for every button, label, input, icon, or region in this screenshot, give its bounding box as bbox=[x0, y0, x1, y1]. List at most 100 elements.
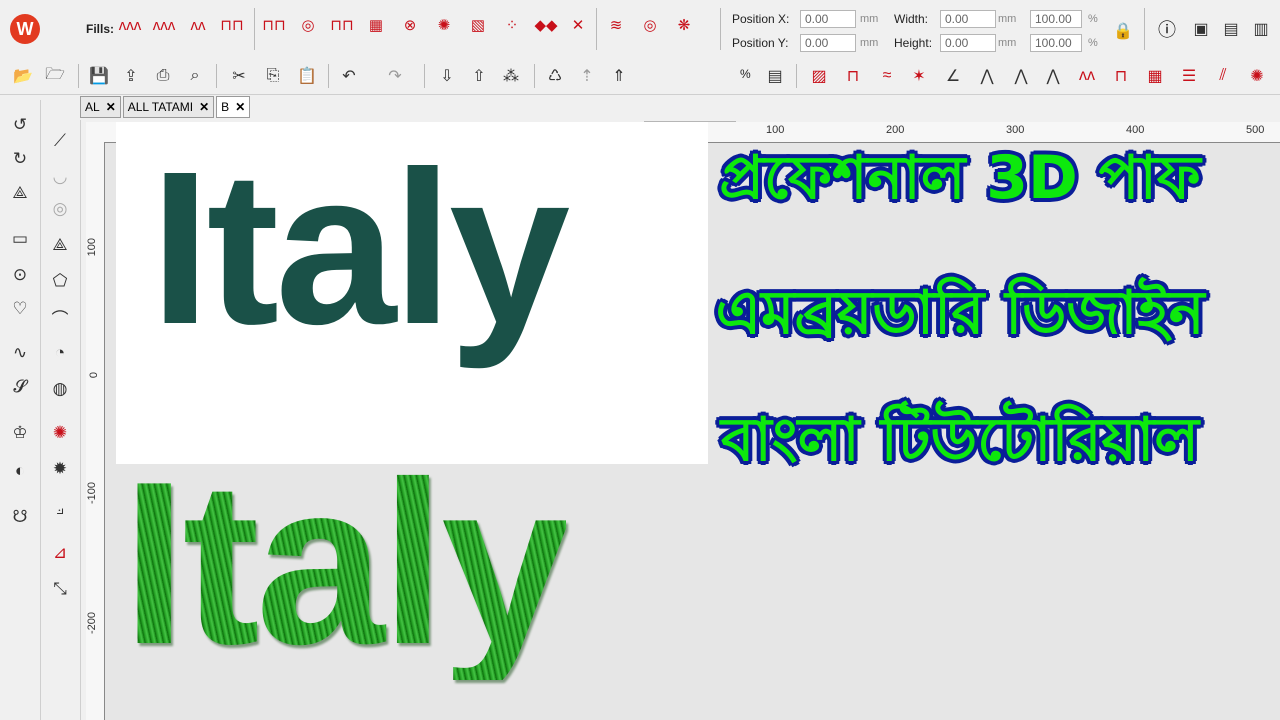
design-properties-icon[interactable]: ▤ bbox=[762, 63, 788, 89]
column-fill-icon[interactable]: ⊓⊓ bbox=[220, 14, 244, 36]
auto-trace-icon[interactable]: ⤡ bbox=[47, 576, 73, 602]
tab-b[interactable]: B ✕ bbox=[216, 96, 251, 118]
color-palette-icon[interactable]: ▣ bbox=[1188, 16, 1214, 42]
radial-icon[interactable]: ✶ bbox=[906, 63, 932, 89]
position-y-field[interactable]: 0.00 bbox=[800, 34, 856, 52]
zigzag-fill-icon[interactable]: ʌʌʌ bbox=[118, 14, 142, 36]
grid-fill-icon[interactable]: ▦ bbox=[364, 14, 388, 36]
close-icon[interactable]: ✕ bbox=[106, 100, 116, 114]
star-fill-icon[interactable]: ✺ bbox=[432, 14, 456, 36]
circle-fill-icon[interactable]: ✺ bbox=[1244, 63, 1270, 89]
top-toolbar: W Fills: ʌʌʌ ʌʌʌ ʌʌ ⊓⊓ ⊓⊓ ◎ ⊓⊓ ▦ ⊗ ✺ ▧ ⁘… bbox=[0, 0, 1280, 59]
spiral-icon[interactable]: 𝓢 bbox=[7, 374, 33, 400]
info-icon[interactable]: ⓘ bbox=[1154, 16, 1180, 42]
radial-fill-icon[interactable]: ◔ bbox=[47, 340, 73, 366]
width-field[interactable]: 0.00 bbox=[940, 10, 996, 28]
open-recent-icon[interactable]: 🗁 bbox=[42, 63, 68, 89]
print-icon[interactable]: ⎙ bbox=[150, 63, 176, 89]
blanket-icon[interactable]: ⋀ bbox=[1040, 63, 1066, 89]
zigzag-icon[interactable]: ʌʌ bbox=[1074, 63, 1100, 89]
height-field[interactable]: 0.00 bbox=[940, 34, 996, 52]
star-fill-icon[interactable]: ◍ bbox=[47, 376, 73, 402]
slow-redraw-icon[interactable]: ♺ bbox=[542, 63, 568, 89]
flat-italy-artwork[interactable]: Italy bbox=[150, 140, 570, 358]
tab-all-tatami[interactable]: ALL TATAMI ✕ bbox=[122, 96, 215, 118]
width-unit: mm bbox=[998, 13, 1017, 25]
export-icon[interactable]: ⇪ bbox=[118, 63, 144, 89]
run-stitch-icon[interactable]: ⟋ bbox=[47, 128, 73, 154]
position-x-field[interactable]: 0.00 bbox=[800, 10, 856, 28]
dots-fill-icon[interactable]: ⁘ bbox=[500, 14, 524, 36]
node-edit-icon[interactable]: ⟁ bbox=[7, 180, 33, 206]
zoom-unit: % bbox=[740, 67, 751, 81]
circle-icon[interactable]: ⊙ bbox=[7, 262, 33, 288]
travel-icon[interactable]: ⇡ bbox=[574, 63, 600, 89]
rectangle-icon[interactable]: ▭ bbox=[7, 226, 33, 252]
reshape-icon[interactable]: ↺ bbox=[7, 112, 33, 138]
stemstitch-icon[interactable]: ⋀ bbox=[1008, 63, 1034, 89]
overlay-title-line-3: বাংলা টিউটোরিয়াল bbox=[720, 405, 1200, 475]
lines-icon[interactable]: ☰ bbox=[1176, 63, 1202, 89]
save-icon[interactable]: 💾 bbox=[86, 63, 112, 89]
fan-icon[interactable]: ⫽ bbox=[1210, 63, 1236, 89]
redo-icon[interactable]: ↷ bbox=[382, 63, 408, 89]
satin-fill-icon[interactable]: ʌʌ bbox=[186, 14, 210, 36]
column-a-icon[interactable]: ◡ bbox=[47, 164, 73, 190]
dense-zigzag-fill-icon[interactable]: ʌʌʌ bbox=[152, 14, 176, 36]
freehand-icon[interactable]: ∿ bbox=[7, 340, 33, 366]
satin-icon[interactable]: ⊓ bbox=[840, 63, 866, 89]
height-label: Height: bbox=[894, 36, 933, 50]
step-icon[interactable]: ⊓ bbox=[1108, 63, 1134, 89]
diagonal-fill-icon[interactable]: ▧ bbox=[466, 14, 490, 36]
height-percent-field[interactable]: 100.00 bbox=[1030, 34, 1082, 52]
cut-icon[interactable]: ✂ bbox=[226, 63, 252, 89]
cross-stitch-icon[interactable]: ⊿ bbox=[47, 540, 73, 566]
triple-run-icon[interactable]: ⋀ bbox=[974, 63, 1000, 89]
pattern-icon[interactable]: ▦ bbox=[1142, 63, 1168, 89]
blackwork-icon[interactable]: ⟓ bbox=[47, 496, 73, 522]
tatami-icon[interactable]: ▨ bbox=[806, 63, 832, 89]
open-folder-icon[interactable]: 📂 bbox=[10, 63, 36, 89]
motif-fill-icon[interactable]: ❋ bbox=[672, 14, 696, 36]
overlay-title-line-1: প্রফেশনাল 3D পাফ bbox=[719, 143, 1201, 213]
wreath-icon[interactable]: ☋ bbox=[7, 504, 33, 530]
fancy-icon[interactable]: ≈ bbox=[874, 63, 900, 89]
lock-proportions-icon[interactable]: 🔒 bbox=[1110, 18, 1136, 44]
cross-fill-icon[interactable]: ✕ bbox=[566, 14, 590, 36]
copy-icon[interactable]: ⎘ bbox=[260, 63, 286, 89]
print-preview-icon[interactable]: ⌕ bbox=[182, 63, 208, 89]
upload-icon[interactable]: ⇑ bbox=[606, 63, 632, 89]
receive-icon[interactable]: ⇧ bbox=[466, 63, 492, 89]
wilcom-logo-icon[interactable]: W bbox=[10, 14, 40, 44]
wave-fill-icon[interactable]: ⊓⊓ bbox=[330, 14, 354, 36]
send-to-machine-icon[interactable]: ⇩ bbox=[434, 63, 460, 89]
separator bbox=[216, 64, 217, 88]
undo-icon[interactable]: ↶ bbox=[336, 63, 362, 89]
radial-lines-icon[interactable]: ✹ bbox=[47, 456, 73, 482]
overview-icon[interactable]: ▥ bbox=[1248, 16, 1274, 42]
complex-fill-icon[interactable]: ⟁ bbox=[47, 232, 73, 258]
monogram-icon[interactable]: ♔ bbox=[7, 420, 33, 446]
column-b-icon[interactable]: ◎ bbox=[47, 196, 73, 222]
close-icon[interactable]: ✕ bbox=[235, 100, 245, 114]
rotate-icon[interactable]: ↻ bbox=[7, 146, 33, 172]
shapes-icon[interactable]: ♡ bbox=[7, 296, 33, 322]
coil-fill-icon[interactable]: ◎ bbox=[296, 14, 320, 36]
column-c-icon[interactable]: ⌒ bbox=[47, 304, 73, 330]
chain-fill-icon[interactable]: ⊗ bbox=[398, 14, 422, 36]
paste-icon[interactable]: 📋 bbox=[294, 63, 320, 89]
stitched-italy-embroidery[interactable]: Italy bbox=[122, 448, 570, 680]
circle-fill-icon[interactable]: ✺ bbox=[47, 420, 73, 446]
arc-fill-icon[interactable]: ≋ bbox=[604, 14, 628, 36]
run-fill-icon[interactable]: ⊓⊓ bbox=[262, 14, 286, 36]
properties-icon[interactable]: ▤ bbox=[1218, 16, 1244, 42]
width-percent-field[interactable]: 100.00 bbox=[1030, 10, 1082, 28]
backstitch-icon[interactable]: ∠ bbox=[940, 63, 966, 89]
diamond-fill-icon[interactable]: ◆◆ bbox=[534, 14, 558, 36]
tab-al[interactable]: AL ✕ bbox=[80, 96, 121, 118]
applique-icon[interactable]: ◐ bbox=[7, 458, 33, 484]
close-icon[interactable]: ✕ bbox=[199, 100, 209, 114]
turning-fill-icon[interactable]: ⬠ bbox=[47, 268, 73, 294]
stitch-player-icon[interactable]: ⁂ bbox=[498, 63, 524, 89]
spiral-fill-icon[interactable]: ◎ bbox=[638, 14, 662, 36]
